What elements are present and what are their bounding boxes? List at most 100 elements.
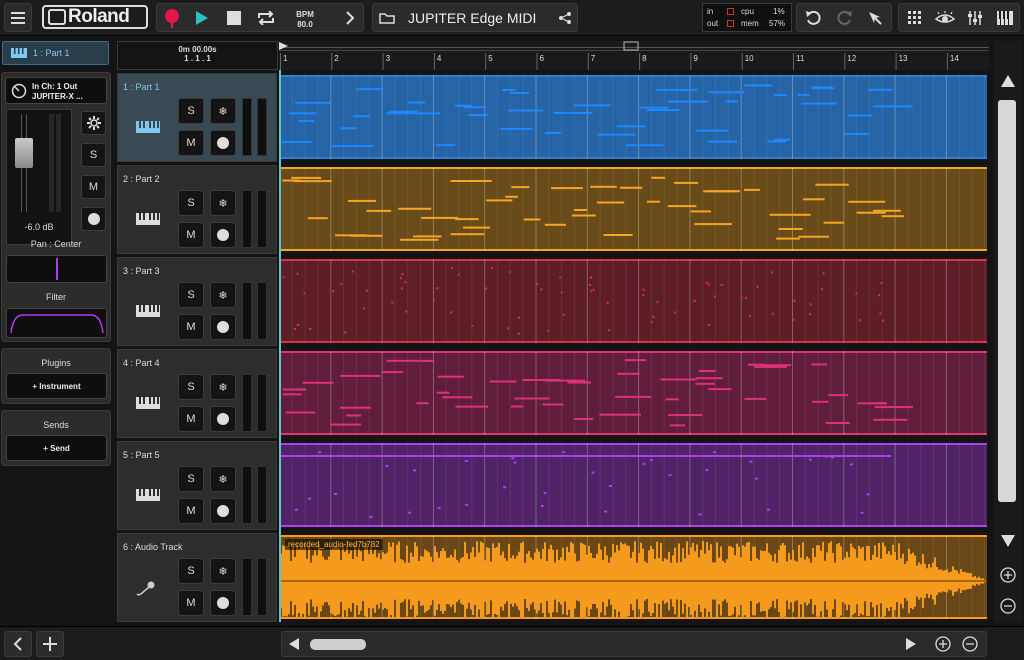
track-freeze-button[interactable]: ❄ — [210, 558, 236, 584]
plugins-label: Plugins — [41, 358, 71, 368]
mixer-button[interactable] — [961, 4, 989, 31]
view-tools — [898, 3, 1020, 32]
filter-control[interactable] — [6, 308, 107, 338]
forward-button[interactable] — [337, 4, 363, 31]
midi-clip[interactable] — [279, 259, 989, 348]
horizontal-scroll-thumb[interactable] — [310, 639, 366, 650]
timeline-ruler[interactable]: 1 2 3 4 5 6 7 8 9 10 11 12 13 14 — [279, 41, 989, 70]
track-mute-button[interactable]: M — [178, 222, 204, 248]
ruler-bar-number: 13 — [898, 54, 908, 63]
track-header[interactable]: 4 : Part 4 S ❄ M — [117, 349, 277, 438]
share-icon[interactable] — [553, 4, 577, 31]
zoom-in-vertical-icon[interactable] — [1000, 567, 1016, 583]
record-button[interactable] — [159, 4, 185, 31]
track-record-arm-button[interactable] — [210, 222, 236, 248]
track-record-arm-button[interactable] — [210, 498, 236, 524]
add-instrument-button[interactable]: + Instrument — [6, 373, 107, 399]
menu-button[interactable] — [4, 3, 32, 32]
mixer-icon — [968, 10, 982, 25]
track-mute-button[interactable]: M — [178, 498, 204, 524]
vertical-scroll-thumb[interactable] — [998, 100, 1016, 502]
loop-button[interactable] — [253, 4, 279, 31]
track-solo-button[interactable]: S — [178, 466, 204, 492]
song-selector[interactable]: JUPITER Edge MIDI — [372, 3, 578, 32]
grid-button[interactable] — [901, 4, 929, 31]
track-header[interactable]: 5 : Part 5 S ❄ M — [117, 441, 277, 530]
plugins-panel: Plugins + Instrument — [1, 348, 111, 404]
settings-button[interactable] — [81, 111, 106, 135]
track-header[interactable]: 2 : Part 2 S ❄ M — [117, 165, 277, 254]
undo-icon — [806, 10, 821, 25]
horizontal-scrollbar[interactable] — [281, 631, 987, 657]
track-record-arm-button[interactable] — [210, 590, 236, 616]
snowflake-icon: ❄ — [218, 473, 228, 486]
add-send-button[interactable]: + Send — [6, 435, 107, 461]
chevron-left-icon — [13, 637, 22, 651]
undo-button[interactable] — [799, 4, 827, 31]
track-solo-button[interactable]: S — [178, 374, 204, 400]
zoom-out-vertical-icon[interactable] — [1000, 598, 1016, 614]
stop-button[interactable] — [221, 4, 247, 31]
zoom-in-horizontal-icon[interactable] — [935, 636, 951, 652]
scroll-left-icon[interactable] — [289, 638, 299, 650]
track-header[interactable]: 1 : Part 1 S ❄ M — [117, 73, 277, 162]
keyboard-icon — [997, 10, 1013, 25]
track-level-meter — [257, 558, 267, 616]
track-freeze-button[interactable]: ❄ — [210, 374, 236, 400]
midi-clip[interactable] — [279, 351, 989, 440]
top-toolbar: Roland BPM 80.0 JUPITER Edge MIDI in out… — [0, 0, 1024, 36]
track-mute-button[interactable]: M — [178, 314, 204, 340]
track-freeze-button[interactable]: ❄ — [210, 282, 236, 308]
track-freeze-button[interactable]: ❄ — [210, 98, 236, 124]
time-display: 0m 00.00s 1 . 1 . 1 — [117, 41, 278, 70]
ruler-bar-number: 12 — [847, 54, 857, 63]
ruler-bar-tick — [895, 53, 897, 70]
scroll-down-icon[interactable] — [1001, 535, 1015, 547]
track-mute-button[interactable]: M — [178, 590, 204, 616]
track-record-arm-button[interactable] — [210, 130, 236, 156]
midi-clip[interactable] — [279, 167, 989, 256]
song-title: JUPITER Edge MIDI — [408, 10, 537, 26]
track-mute-button[interactable]: M — [178, 406, 204, 432]
play-button[interactable] — [189, 4, 215, 31]
folder-icon[interactable] — [375, 4, 399, 31]
track-record-arm-button[interactable] — [210, 406, 236, 432]
track-header[interactable]: 3 : Part 3 S ❄ M — [117, 257, 277, 346]
ruler-bar-number: 8 — [642, 54, 647, 63]
midi-clip[interactable] — [279, 75, 989, 164]
volume-fader[interactable]: -6.0 dB — [6, 109, 72, 245]
track-freeze-button[interactable]: ❄ — [210, 190, 236, 216]
track-solo-button[interactable]: S — [178, 282, 204, 308]
zoom-out-horizontal-icon[interactable] — [962, 636, 978, 652]
track-freeze-button[interactable]: ❄ — [210, 466, 236, 492]
track-record-arm-button[interactable] — [210, 314, 236, 340]
pan-control[interactable] — [6, 255, 107, 283]
midi-clip[interactable] — [279, 443, 989, 532]
track-solo-button[interactable]: S — [178, 558, 204, 584]
inspector-mute-button[interactable]: M — [81, 175, 106, 199]
inspector-track-tab[interactable]: 1 : Part 1 — [2, 41, 109, 65]
scroll-right-icon[interactable] — [906, 638, 916, 650]
track-mute-button[interactable]: M — [178, 130, 204, 156]
track-header[interactable]: 6 : Audio Track S ❄ M — [117, 533, 277, 622]
ruler-bar-number: 1 — [283, 54, 288, 63]
track-level-meter — [242, 374, 252, 432]
track-solo-button[interactable]: S — [178, 190, 204, 216]
eye-button[interactable] — [931, 4, 959, 31]
scroll-up-icon[interactable] — [1001, 75, 1015, 87]
redo-button[interactable] — [831, 4, 859, 31]
back-button[interactable] — [4, 631, 32, 657]
audio-clip[interactable]: recorded_audio-fed7b782 — [279, 535, 989, 624]
track-name: 6 : Audio Track — [123, 542, 183, 552]
redo-icon — [837, 10, 852, 25]
pointer-tool-button[interactable] — [861, 4, 889, 31]
inspector-solo-button[interactable]: S — [81, 143, 106, 167]
snowflake-icon: ❄ — [218, 105, 228, 118]
bpm-display[interactable]: BPM 80.0 — [285, 10, 325, 30]
track-solo-button[interactable]: S — [178, 98, 204, 124]
keyboard-button[interactable] — [991, 4, 1019, 31]
inspector-record-arm-button[interactable] — [81, 207, 106, 231]
fader-handle[interactable] — [15, 138, 33, 168]
add-track-button[interactable] — [36, 631, 64, 657]
stop-icon — [227, 10, 241, 25]
